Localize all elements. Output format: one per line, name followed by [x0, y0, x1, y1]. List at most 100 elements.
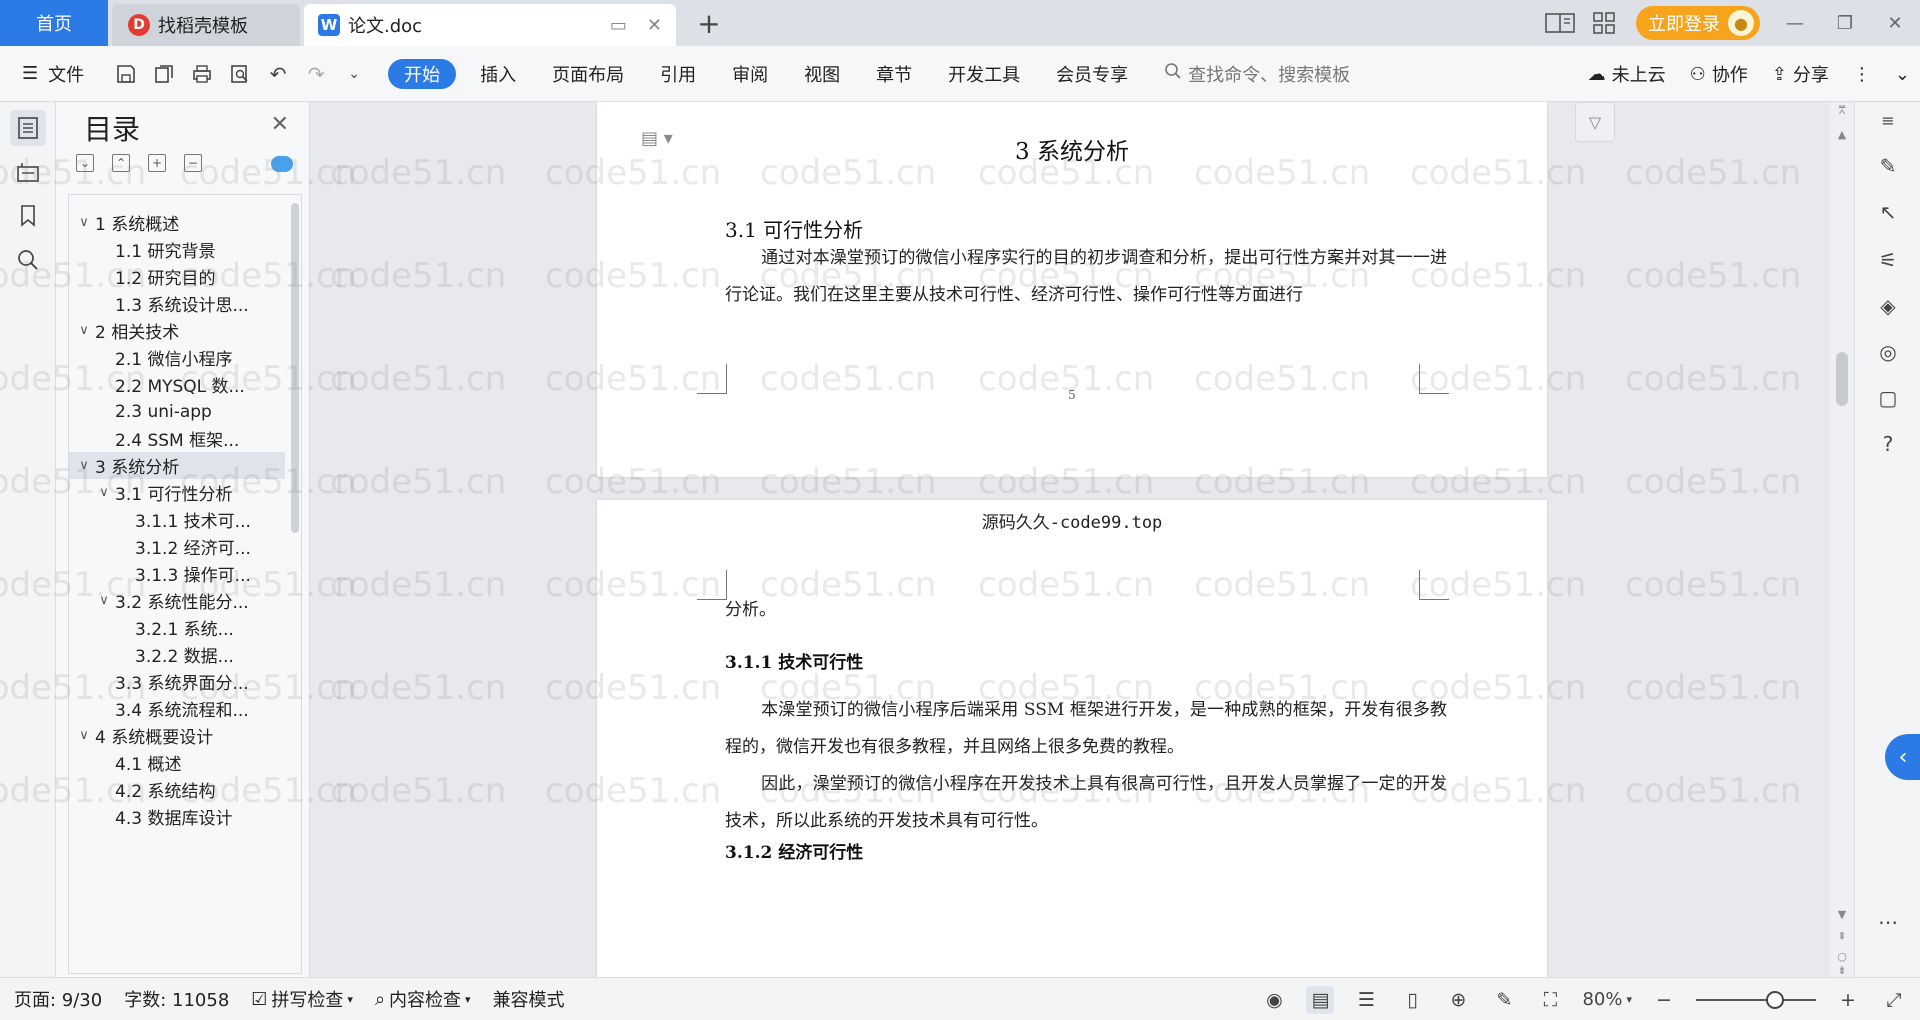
new-tab-button[interactable]: +	[692, 6, 726, 40]
page-header-text[interactable]: 源码久久-code99.top	[597, 508, 1547, 533]
toc-item[interactable]: 2.3 uni-app	[69, 398, 285, 425]
toc-item[interactable]: ∨ 3.1 可行性分析	[69, 479, 285, 506]
toc-item[interactable]: ∨ 3 系统分析	[69, 452, 285, 479]
toc-item[interactable]: 3.1.1 技术可...	[69, 506, 285, 533]
close-icon[interactable]: ✕	[271, 112, 289, 137]
more-tools-icon[interactable]: ⋯	[1874, 908, 1902, 936]
ribbon-tab-member[interactable]: 会员专享	[1038, 59, 1146, 89]
reading-view-icon[interactable]: ▯	[1398, 986, 1426, 1014]
page-view-icon[interactable]: ▤	[1306, 985, 1335, 1014]
ribbon-tab-view[interactable]: 视图	[786, 59, 858, 89]
toc-sync-toggle[interactable]	[271, 156, 293, 172]
chevron-left-icon[interactable]: ‹	[1885, 734, 1920, 780]
document-scrollbar[interactable]: ⩞ ▲ ▼ ⇞ ○ ⇟	[1830, 102, 1854, 977]
toc-item[interactable]: 3.2.2 数据...	[69, 641, 285, 668]
toc-item[interactable]: 3.1.2 经济可...	[69, 533, 285, 560]
toc-item[interactable]: 3.1.3 操作可...	[69, 560, 285, 587]
more-options-icon[interactable]: ⋮	[1853, 64, 1871, 85]
outline-view-icon[interactable]: ☰	[1352, 986, 1380, 1014]
ribbon-tab-home[interactable]: 开始	[388, 58, 457, 89]
toc-item[interactable]: 3.2.1 系统...	[69, 614, 285, 641]
zoom-slider-handle[interactable]	[1766, 990, 1784, 1009]
ribbon-tab-review[interactable]: 审阅	[714, 59, 786, 89]
toc-scrollbar[interactable]	[291, 203, 299, 533]
toc-item[interactable]: 4.2 系统结构	[69, 776, 285, 803]
toc-item[interactable]: 1.3 系统设计思...	[69, 290, 285, 317]
pen-edit-icon[interactable]: ✎	[1874, 152, 1902, 180]
scroll-top-icon[interactable]: ⩞	[1830, 104, 1854, 118]
login-button[interactable]: 立即登录 ●	[1636, 6, 1760, 40]
chevron-down-icon[interactable]: ∨	[75, 323, 93, 338]
web-view-icon[interactable]: ⊕	[1444, 986, 1472, 1014]
word-count[interactable]: 字数: 11058	[124, 986, 229, 1012]
chevron-down-icon[interactable]: ∨	[95, 485, 113, 500]
fullscreen-icon[interactable]: ⤢	[1880, 986, 1908, 1014]
chapter-navigation-icon[interactable]	[10, 154, 46, 190]
reading-layout-icon[interactable]	[1538, 0, 1582, 46]
spell-check-button[interactable]: ☑ 拼写检查 ▾	[251, 986, 353, 1012]
remove-heading-icon[interactable]: −	[184, 154, 202, 172]
ribbon-tab-page-layout[interactable]: 页面布局	[534, 59, 642, 89]
body-paragraph[interactable]: 因此，澡堂预订的微信小程序在开发技术上具有很高可行性，且开发人员掌握了一定的开发…	[725, 766, 1447, 840]
print-preview-icon[interactable]	[228, 62, 252, 86]
print-icon[interactable]	[190, 62, 214, 86]
toc-item[interactable]: 1.1 研究背景	[69, 236, 285, 263]
zoom-in-icon[interactable]: +	[1834, 986, 1862, 1014]
help-icon[interactable]: ?	[1874, 430, 1902, 458]
toc-item[interactable]: 2.4 SSM 框架...	[69, 425, 285, 452]
add-heading-icon[interactable]: +	[148, 154, 166, 172]
cloud-status-button[interactable]: ☁ 未上云	[1588, 61, 1666, 87]
toc-panel-icon[interactable]	[10, 110, 46, 146]
tab-close-icon[interactable]: ✕	[647, 15, 662, 36]
collapse-ribbon-icon[interactable]: ⌄	[1895, 64, 1910, 85]
subsection-heading[interactable]: 3.1.2 经济可行性	[725, 838, 863, 863]
write-mode-icon[interactable]: ✎	[1490, 986, 1518, 1014]
restore-icon[interactable]: ❐	[1820, 0, 1870, 46]
scroll-up-icon[interactable]: ▲	[1830, 128, 1854, 141]
expand-all-icon[interactable]: ⌄	[76, 154, 94, 172]
customize-quick-access-icon[interactable]: ⌄	[342, 62, 366, 86]
adjust-settings-icon[interactable]: ⚟	[1874, 246, 1902, 274]
zoom-out-icon[interactable]: −	[1650, 986, 1678, 1014]
tab-document[interactable]: W 论文.doc ▭ ✕	[304, 4, 676, 46]
ribbon-tab-references[interactable]: 引用	[642, 59, 714, 89]
toc-item[interactable]: 4.1 概述	[69, 749, 285, 776]
toc-item[interactable]: 4.3 数据库设计	[69, 803, 285, 830]
float-toolbar-icon[interactable]: ▽	[1575, 102, 1615, 142]
chevron-down-icon[interactable]: ∨	[95, 593, 113, 608]
save-icon[interactable]	[114, 62, 138, 86]
chevron-down-icon[interactable]: ∨	[75, 728, 93, 743]
collaborate-button[interactable]: ⚇ 协作	[1690, 61, 1748, 87]
zoom-level-dropdown[interactable]: 80% ▾	[1582, 989, 1632, 1010]
command-search-input[interactable]: 查找命令、搜索模板	[1164, 61, 1350, 87]
scroll-down-icon[interactable]: ▼	[1830, 908, 1854, 921]
eye-protection-icon[interactable]: ◉	[1260, 986, 1288, 1014]
minimize-icon[interactable]: —	[1770, 0, 1820, 46]
toc-item[interactable]: 2.1 微信小程序	[69, 344, 285, 371]
toc-item[interactable]: ∨ 1 系统概述	[69, 209, 285, 236]
subsection-heading[interactable]: 3.1.1 技术可行性	[725, 648, 863, 673]
chevron-down-icon[interactable]: ∨	[75, 458, 93, 473]
ribbon-tab-insert[interactable]: 插入	[462, 59, 534, 89]
close-window-icon[interactable]: ✕	[1870, 0, 1920, 46]
tab-template-store[interactable]: D 找稻壳模板	[112, 4, 300, 46]
ribbon-tab-developer[interactable]: 开发工具	[930, 59, 1038, 89]
bookmark-icon[interactable]	[10, 198, 46, 234]
toc-item[interactable]: 3.4 系统流程和...	[69, 695, 285, 722]
toc-item[interactable]: ∨ 2 相关技术	[69, 317, 285, 344]
body-paragraph[interactable]: 通过对本澡堂预订的微信小程序实行的目的初步调查和分析，提出可行性方案并对其一一进…	[725, 240, 1447, 314]
reading-mode-icon[interactable]: ▢	[1874, 384, 1902, 412]
apps-grid-icon[interactable]	[1582, 0, 1626, 46]
page-indicator[interactable]: 页面: 9/30	[14, 986, 102, 1012]
fit-page-icon[interactable]: ⛶	[1536, 986, 1564, 1014]
toc-item[interactable]: 1.2 研究目的	[69, 263, 285, 290]
toc-item[interactable]: 3.3 系统界面分...	[69, 668, 285, 695]
redo-icon[interactable]: ↷	[304, 62, 328, 86]
collapse-all-icon[interactable]: ⌃	[112, 154, 130, 172]
content-check-button[interactable]: ⌕ 内容检查 ▾	[375, 986, 471, 1012]
body-paragraph[interactable]: 分析。	[725, 592, 1447, 629]
chevron-down-icon[interactable]: ∨	[75, 215, 93, 230]
next-page-icon[interactable]: ⇟	[1830, 964, 1854, 977]
rail-menu-icon[interactable]: ≡	[1874, 106, 1902, 134]
select-browse-object-icon[interactable]: ○	[1830, 950, 1854, 963]
